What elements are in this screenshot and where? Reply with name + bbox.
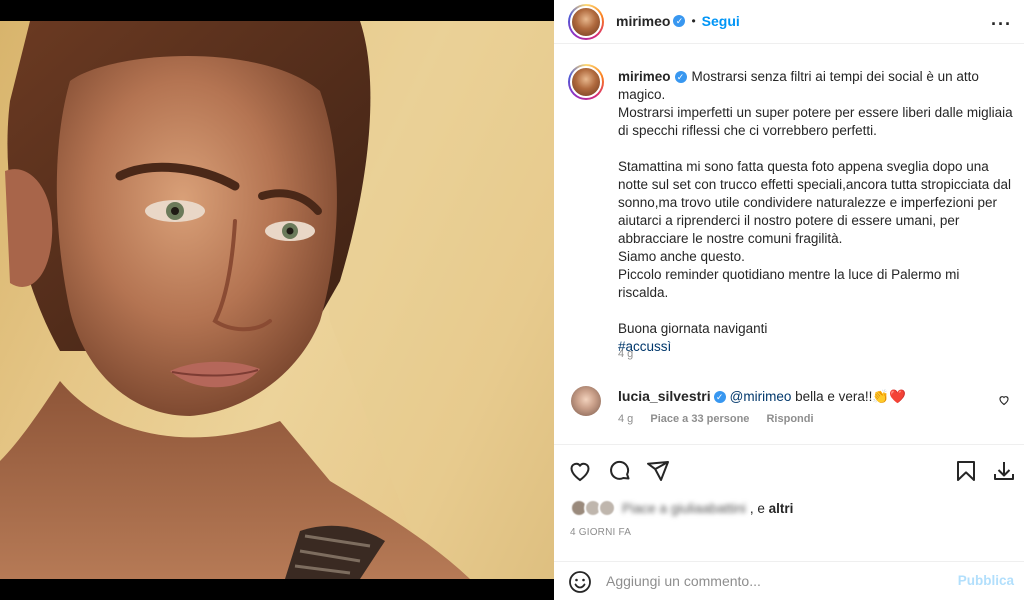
likes-blurred-text: Piace a giuliaabattini [622, 500, 746, 516]
download-icon[interactable] [992, 459, 1018, 485]
author-username[interactable]: mirimeo [616, 13, 670, 29]
post-header: mirimeo ✓ • Segui ··· [554, 0, 1024, 44]
caption-text: mirimeo ✓ Mostrarsi senza filtri ai tempi … [618, 68, 1013, 356]
caption-author-avatar-image [570, 66, 602, 98]
author-avatar[interactable] [568, 4, 604, 40]
follow-button[interactable]: Segui [702, 13, 740, 29]
photo-pane [0, 0, 554, 600]
commenter-username[interactable]: lucia_silvestri [618, 388, 711, 404]
comment-like-heart-icon[interactable] [998, 394, 1010, 409]
publish-button[interactable]: Pubblica [958, 573, 1014, 588]
comment-input[interactable] [606, 570, 946, 592]
comment-meta: 4 g Piace a 33 persone Rispondi [618, 413, 828, 425]
likes-others-link[interactable]: altri [769, 501, 794, 516]
caption-author-avatar[interactable] [568, 64, 604, 100]
instagram-post-viewer: mirimeo ✓ • Segui ··· mirimeo ✓ Mostrarsi … [0, 0, 1024, 600]
comment-reply-button[interactable]: Rispondi [766, 413, 813, 425]
comment-likes-link[interactable]: Piace a 33 persone [650, 413, 749, 425]
commenter-verified-icon: ✓ [713, 391, 726, 404]
post-photo[interactable] [0, 21, 554, 579]
separator-dot: • [691, 14, 696, 28]
likes-summary: Piace a giuliaabattini , e altri [570, 498, 793, 518]
save-bookmark-icon[interactable] [954, 459, 980, 485]
liker-avatars [570, 499, 616, 517]
comment-body: bella e vera!!👏❤️ [791, 389, 907, 404]
comment-item: lucia_silvestri ✓ @mirimeo bella e vera!!👏… [568, 386, 1014, 436]
like-heart-icon[interactable] [568, 459, 594, 485]
comment-mention[interactable]: @mirimeo [730, 389, 792, 404]
likes-suffix: , e [749, 500, 765, 516]
verified-badge-icon: ✓ [673, 15, 686, 27]
comment-bubble-icon[interactable] [608, 459, 634, 485]
post-date[interactable]: 4 GIORNI FA [570, 527, 631, 538]
liker-avatar [598, 499, 616, 517]
comment-timestamp[interactable]: 4 g [618, 413, 633, 425]
comment-text: lucia_silvestri ✓ @mirimeo bella e vera!!👏… [618, 388, 906, 405]
share-send-icon[interactable] [646, 459, 672, 485]
emoji-smiley-icon[interactable] [568, 570, 592, 594]
caption-verified-icon: ✓ [674, 71, 687, 84]
caption-body: Mostrarsi senza filtri ai tempi dei soci… [618, 69, 1013, 336]
post-actions-bar [554, 444, 1024, 494]
portrait-illustration [0, 21, 554, 579]
add-comment-bar: Pubblica [554, 561, 1024, 600]
commenter-avatar[interactable] [571, 386, 601, 416]
author-avatar-image [570, 6, 602, 38]
caption-timestamp[interactable]: 4 g [618, 348, 633, 360]
more-options-icon[interactable]: ··· [991, 14, 1012, 35]
header-title: mirimeo ✓ • Segui [616, 13, 740, 29]
post-side-panel: mirimeo ✓ • Segui ··· mirimeo ✓ Mostrarsi … [554, 0, 1024, 600]
caption-username[interactable]: mirimeo [618, 69, 671, 84]
